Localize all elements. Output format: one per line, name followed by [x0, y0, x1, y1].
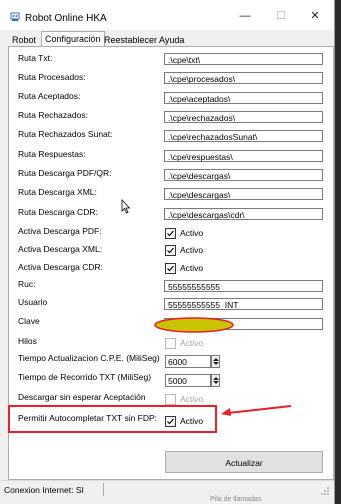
usuario-field[interactable]: 55555555555_INT — [164, 298, 323, 310]
tab-robot[interactable]: Robot — [9, 34, 39, 46]
usuario-label: Usuario — [18, 297, 48, 307]
ruta-txt-field[interactable]: .\cpe\txt\ — [164, 53, 323, 65]
activa-descarga-pdf-label: Activa Descarga PDF: — [18, 226, 102, 236]
autocompletar-text: Activo — [180, 416, 204, 426]
tiempo-txt-input[interactable]: 5000 — [165, 374, 211, 387]
ruta-descarga-cdr-field[interactable]: .\cpe\descargas\cdr\ — [164, 208, 323, 220]
ruta-txt-label: Ruta Txt: — [18, 53, 53, 63]
hilos-text: Activo — [180, 338, 204, 348]
tab-reestablecer[interactable]: Reestablecer — [101, 34, 160, 46]
ruta-procesados-field[interactable]: .\cpe\procesados\ — [164, 72, 323, 84]
hilos-checkbox[interactable] — [165, 338, 176, 349]
ruta-aceptados-field[interactable]: .\cpe\aceptados\ — [164, 92, 323, 104]
descargar-sin-esperar-label: Descargar sin esperar Aceptación — [18, 392, 146, 402]
ruta-rechazados-field[interactable]: .\cpe\rechazados\ — [164, 111, 323, 123]
activa-descarga-cdr-checkbox[interactable] — [165, 263, 176, 274]
ruc-field[interactable]: 55555555555 — [164, 280, 323, 292]
hilos-label: Hilos — [18, 336, 37, 346]
tiempo-txt-label: Tiempo de Recorrido TXT (MiliSeg) — [18, 372, 152, 382]
red-arrow-icon — [218, 402, 293, 420]
ruta-descarga-xml-label: Ruta Descarga XML: — [18, 187, 97, 197]
robot-app-icon — [10, 12, 20, 21]
activa-descarga-xml-label: Activa Descarga XML: — [18, 244, 103, 254]
ruta-rechazados-sunat-label: Ruta Rechazados Sunat: — [18, 129, 113, 139]
autocompletar-checkbox[interactable] — [165, 416, 176, 427]
ruta-respuestas-label: Ruta Respuestas: — [18, 149, 86, 159]
internet-status-text: Conexion Internet: SI — [4, 485, 84, 495]
mouse-cursor-icon — [121, 198, 131, 216]
tab-ayuda[interactable]: Ayuda — [156, 34, 187, 46]
tiempo-txt-spinner[interactable] — [211, 374, 220, 387]
activa-descarga-cdr-label: Activa Descarga CDR: — [18, 262, 104, 272]
ruta-respuestas-field[interactable]: .\cpe\respuestas\ — [164, 150, 323, 162]
minimize-button[interactable]: — — [234, 8, 256, 24]
activa-descarga-xml-checkbox[interactable] — [165, 245, 176, 256]
clave-label: Clave — [18, 316, 40, 326]
activa-descarga-xml-text: Activo — [180, 245, 204, 255]
descargar-sin-esperar-text: Activo — [180, 394, 204, 404]
actualizar-button[interactable]: Actualizar — [165, 451, 323, 473]
status-separator — [103, 483, 104, 496]
autocompletar-label: Permitir Autocompletar TXT sin FDP: — [18, 413, 158, 423]
tab-configuracion[interactable]: Configuración — [41, 31, 105, 47]
resize-grip-icon[interactable] — [320, 486, 330, 496]
ruta-descarga-pdf-field[interactable]: .\cpe\descargas\ — [164, 169, 323, 181]
ruta-descarga-pdf-label: Ruta Descarga PDF/QR: — [18, 168, 112, 178]
ruc-label: Ruc: — [18, 279, 36, 289]
activa-descarga-pdf-checkbox[interactable] — [165, 228, 176, 239]
maximize-button[interactable]: ☐ — [270, 8, 292, 24]
ruta-descarga-xml-field[interactable]: .\cpe\descargas\ — [164, 188, 323, 200]
ruta-descarga-cdr-label: Ruta Descarga CDR: — [18, 207, 98, 217]
ruta-procesados-label: Ruta Procesados: — [18, 72, 86, 82]
window-title: Robot Online HKA — [25, 13, 107, 24]
close-button[interactable]: ✕ — [304, 8, 326, 24]
activa-descarga-pdf-text: Activo — [180, 228, 204, 238]
tiempo-cpe-label: Tiempo Actualizacion C.P.E. (MiliSeg) — [18, 353, 160, 363]
redaction-mark — [153, 316, 235, 336]
descargar-sin-esperar-checkbox[interactable] — [165, 394, 176, 405]
tiempo-cpe-input[interactable]: 6000 — [165, 355, 211, 368]
tiempo-cpe-spinner[interactable] — [211, 355, 220, 368]
ruta-aceptados-label: Ruta Aceptados: — [18, 91, 81, 101]
activa-descarga-cdr-text: Activo — [180, 263, 204, 273]
ruta-rechazados-label: Ruta Rechazados: — [18, 110, 88, 120]
background-window-text: Pila de llamadas — [210, 496, 262, 503]
ruta-rechazados-sunat-field[interactable]: .\cpe\rechazadosSunat\ — [164, 130, 323, 142]
